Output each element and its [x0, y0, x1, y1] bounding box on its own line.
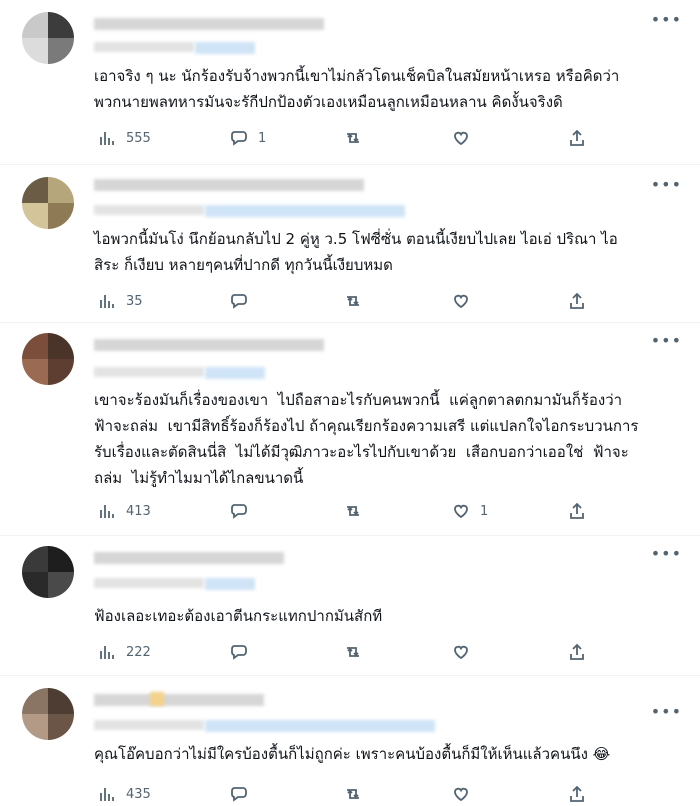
bar-chart-icon: [100, 505, 114, 518]
more-dots-icon[interactable]: •••: [651, 702, 682, 721]
share-icon: [570, 292, 584, 309]
share-button[interactable]: [568, 289, 586, 313]
blurred-username: [94, 42, 194, 52]
avatar[interactable]: [22, 177, 74, 229]
share-button[interactable]: [568, 499, 586, 523]
tweet-card[interactable]: ••• เอาจริง ๆ นะ นักร้องรับจ้างพวกนี้เขา…: [0, 0, 700, 165]
bar-chart-icon: [100, 788, 114, 801]
views-button[interactable]: 413: [98, 499, 151, 523]
speech-bubble-icon: [231, 787, 247, 802]
tweet-card[interactable]: ••• ฟ้องเลอะเทอะต้องเอาตีนกระแทกปากมันสั…: [0, 536, 700, 676]
retweet-icon: [347, 296, 359, 306]
blurred-username: [94, 578, 204, 588]
reply-button[interactable]: [230, 499, 258, 523]
like-button[interactable]: [452, 289, 480, 313]
views-count: 413: [126, 503, 151, 519]
views-count: 222: [126, 644, 151, 660]
blurred-username: [94, 205, 204, 215]
speech-bubble-icon: [231, 645, 247, 660]
retweet-button[interactable]: [344, 126, 372, 150]
avatar[interactable]: [22, 12, 74, 64]
avatar[interactable]: [22, 688, 74, 740]
retweet-icon: [347, 789, 359, 799]
tweet-text: คุณโอ๊คบอกว่าไม่มีใครบ้องตื้นก็ไม่ถูกค่ะ…: [94, 745, 611, 763]
tweet-card[interactable]: ••• คุณโอ๊คบอกว่าไม่มีใครบ้องตื้นก็ไม่ถู…: [0, 676, 700, 804]
speech-bubble-icon: [231, 131, 247, 146]
retweet-button[interactable]: [344, 499, 372, 523]
reply-button[interactable]: [230, 289, 258, 313]
blurred-username: [94, 720, 204, 730]
more-dots-icon[interactable]: •••: [651, 10, 682, 29]
tweet-card[interactable]: ••• ไอพวกนี้มันโง่ นึกย้อนกลับไป 2 คู่หู…: [0, 165, 700, 323]
views-button[interactable]: 555: [98, 126, 151, 150]
more-dots-icon[interactable]: •••: [651, 544, 682, 563]
tweet-text: ไอพวกนี้มันโง่ นึกย้อนกลับไป 2 คู่หู ว.5…: [94, 230, 618, 274]
share-icon: [570, 129, 584, 146]
views-count: 35: [126, 293, 143, 309]
reply-button[interactable]: 1: [230, 126, 266, 150]
heart-icon: [454, 131, 468, 146]
bar-chart-icon: [100, 295, 114, 308]
heart-icon: [454, 504, 468, 519]
share-icon: [570, 643, 584, 660]
bar-chart-icon: [100, 132, 114, 145]
blurred-username: [94, 367, 204, 377]
speech-bubble-icon: [231, 294, 247, 309]
speech-bubble-icon: [231, 504, 247, 519]
avatar[interactable]: [22, 333, 74, 385]
share-icon: [570, 785, 584, 802]
retweet-icon: [347, 133, 359, 143]
tweet-actions: 413 1: [94, 499, 614, 523]
share-button[interactable]: [568, 640, 586, 664]
views-count: 555: [126, 130, 151, 146]
blurred-display-name: [94, 339, 324, 351]
like-count: 1: [480, 503, 489, 519]
retweet-button[interactable]: [344, 289, 372, 313]
blurred-handle: [205, 720, 435, 732]
tweet-text: เอาจริง ๆ นะ นักร้องรับจ้างพวกนี้เขาไม่ก…: [94, 67, 620, 111]
views-count: 435: [126, 786, 151, 802]
reply-count: 1: [258, 130, 267, 146]
views-button[interactable]: 35: [98, 289, 143, 313]
tweet-text: ฟ้องเลอะเทอะต้องเอาตีนกระแทกปากมันสักที: [94, 607, 383, 625]
reply-button[interactable]: [230, 782, 258, 806]
heart-icon: [454, 787, 468, 802]
blurred-handle: [205, 578, 255, 590]
avatar[interactable]: [22, 546, 74, 598]
tweet-actions: 35: [94, 289, 614, 313]
reply-button[interactable]: [230, 640, 258, 664]
heart-icon: [454, 294, 468, 309]
tweet-actions: 222: [94, 640, 614, 664]
tweet-actions: 435: [94, 782, 614, 806]
like-button[interactable]: 1: [452, 499, 488, 523]
tweet-actions: 555 1: [94, 126, 614, 150]
blurred-display-name: [94, 552, 284, 564]
retweet-button[interactable]: [344, 640, 372, 664]
retweet-icon: [347, 506, 359, 516]
blurred-handle: [205, 205, 405, 217]
like-button[interactable]: [452, 126, 480, 150]
blurred-emoji: [150, 692, 164, 706]
like-button[interactable]: [452, 640, 480, 664]
bar-chart-icon: [100, 646, 114, 659]
share-button[interactable]: [568, 126, 586, 150]
tweet-text: เขาจะร้องมันก็เรื่องของเขา ไปถือสาอะไรกั…: [94, 391, 639, 487]
views-button[interactable]: 435: [98, 782, 151, 806]
more-dots-icon[interactable]: •••: [651, 175, 682, 194]
share-icon: [570, 502, 584, 519]
blurred-display-name: [94, 179, 364, 191]
share-button[interactable]: [568, 782, 586, 806]
heart-icon: [454, 645, 468, 660]
retweet-button[interactable]: [344, 782, 372, 806]
blurred-handle: [195, 42, 255, 54]
more-dots-icon[interactable]: •••: [651, 331, 682, 350]
blurred-handle: [205, 367, 265, 379]
like-button[interactable]: [452, 782, 480, 806]
views-button[interactable]: 222: [98, 640, 151, 664]
tweet-card[interactable]: ••• เขาจะร้องมันก็เรื่องของเขา ไปถือสาอะ…: [0, 323, 700, 536]
blurred-display-name: [94, 18, 324, 30]
retweet-icon: [347, 647, 359, 657]
blurred-display-name: [94, 694, 264, 706]
